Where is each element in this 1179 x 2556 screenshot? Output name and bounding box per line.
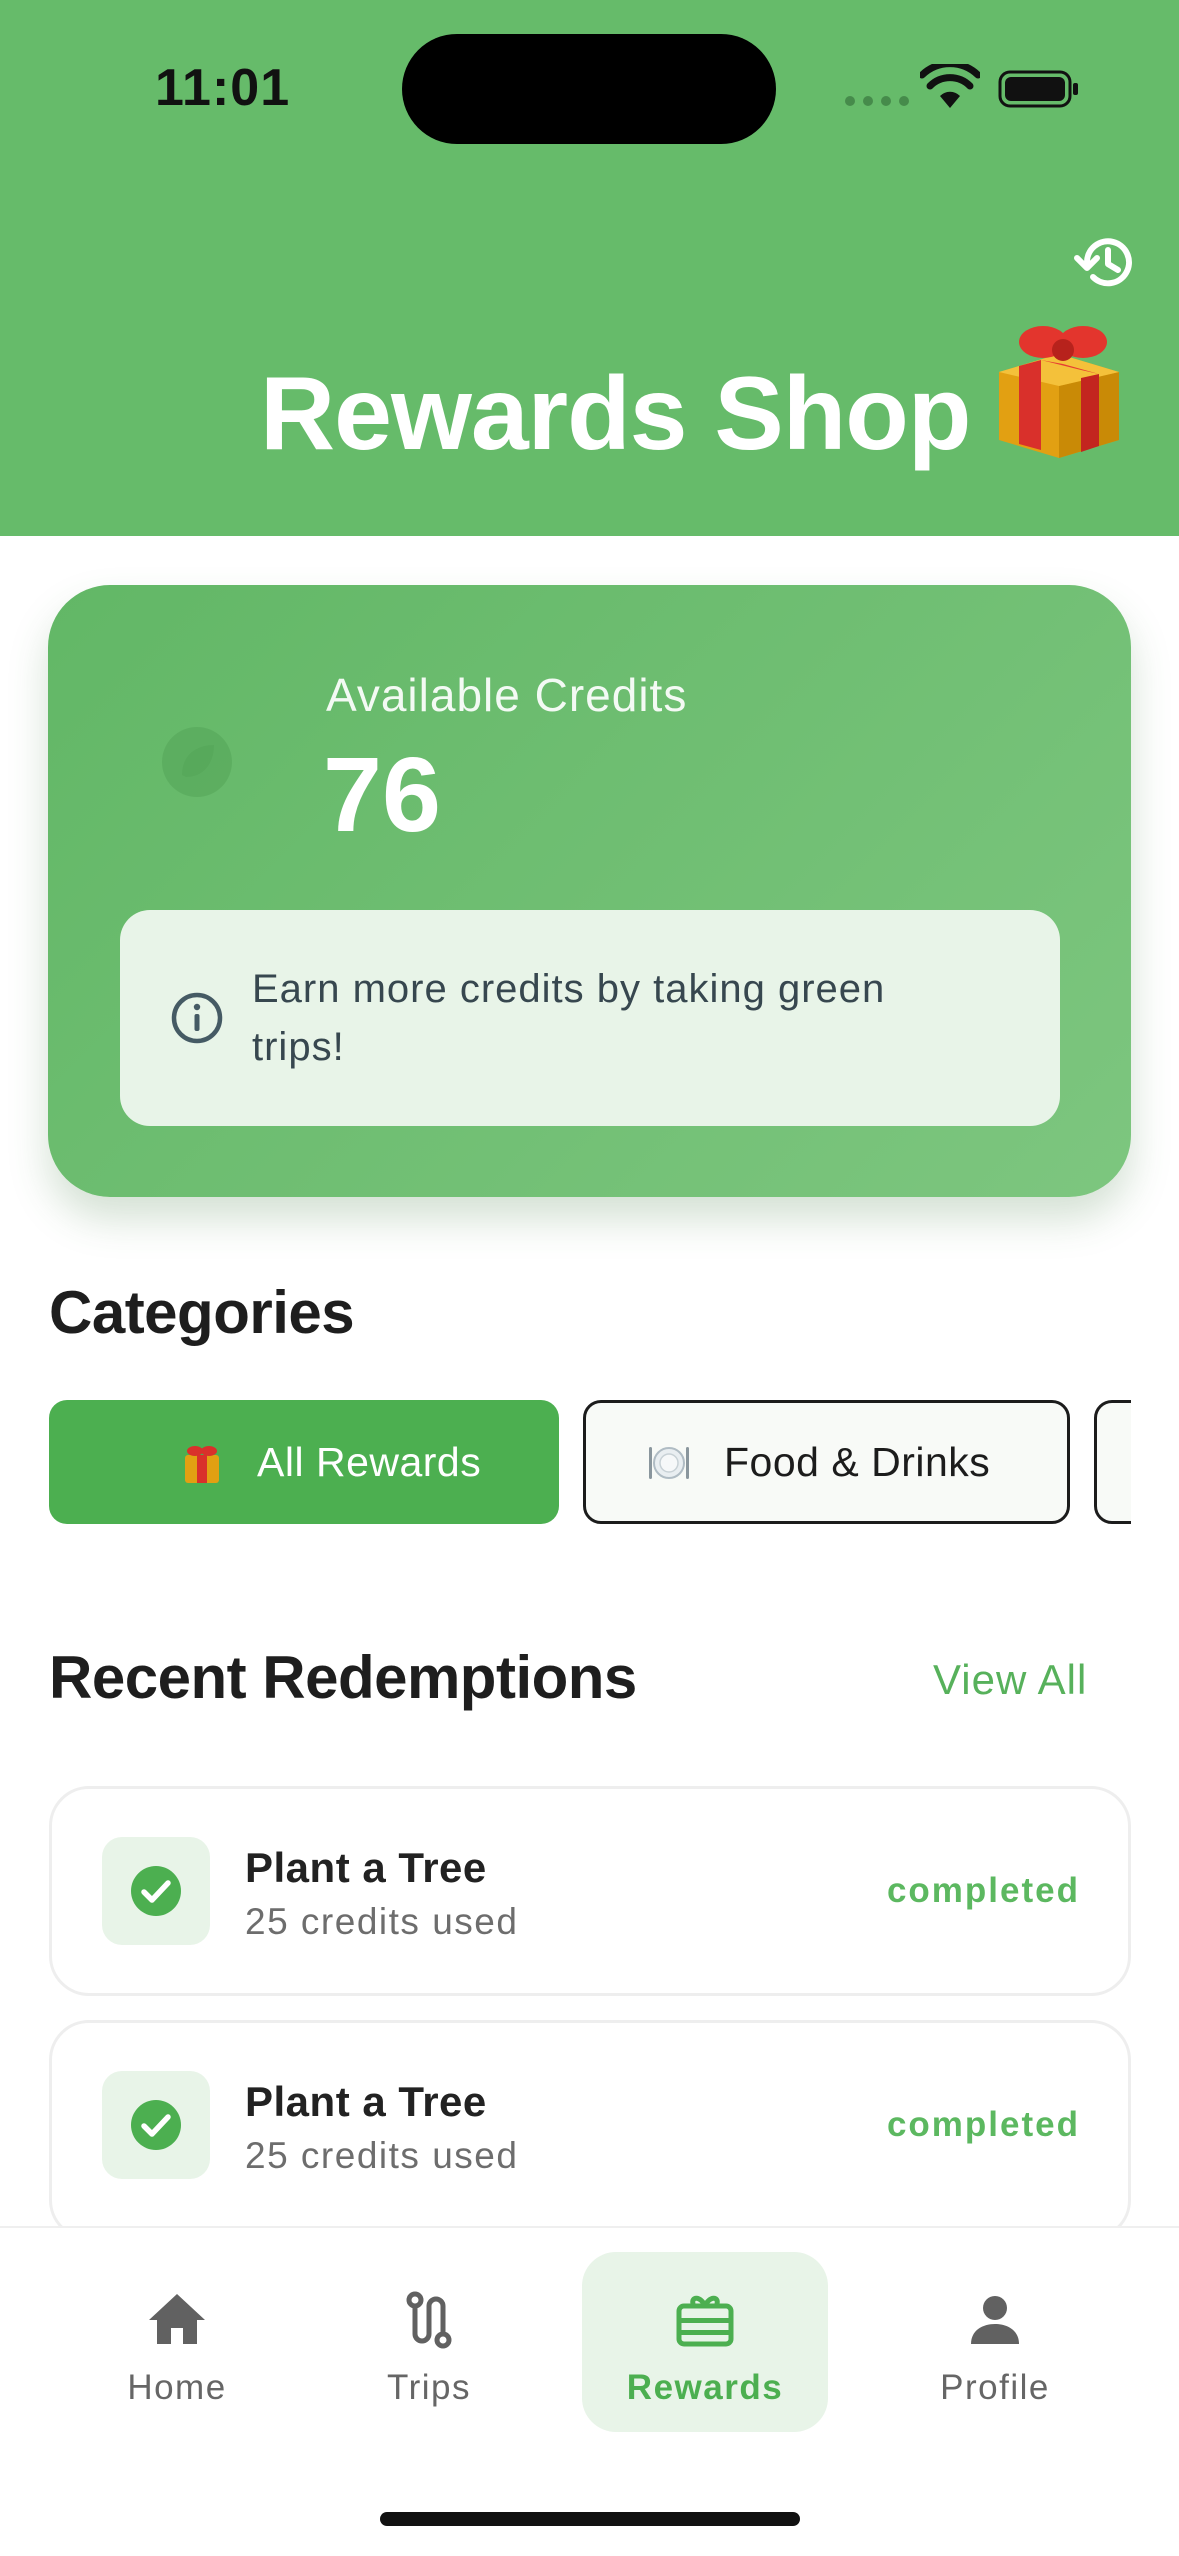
view-all-link[interactable]: View All xyxy=(933,1656,1087,1704)
check-circle-icon xyxy=(131,1866,181,1916)
categories-title: Categories xyxy=(49,1279,355,1346)
bottom-nav: Home Trips Rewards Profile xyxy=(0,2226,1179,2556)
person-icon xyxy=(971,2296,1019,2344)
battery-icon xyxy=(998,70,1078,108)
redemption-credits: 25 credits used xyxy=(245,1901,519,1942)
redemption-card[interactable]: Plant a Tree 25 credits used completed xyxy=(49,1786,1131,1996)
chip-label: All Rewards xyxy=(257,1438,482,1485)
credits-value: 76 xyxy=(323,736,441,854)
recent-redemptions-title: Recent Redemptions xyxy=(49,1644,637,1711)
status-time: 11:01 xyxy=(155,59,291,117)
route-icon xyxy=(406,2291,452,2349)
chip-label: Food & Drinks xyxy=(724,1438,991,1485)
redemption-status: completed xyxy=(886,1871,1080,1910)
credits-label: Available Credits xyxy=(326,669,688,721)
nav-label: Profile xyxy=(940,2368,1050,2407)
category-chip-all-rewards[interactable]: All Rewards xyxy=(49,1400,559,1524)
card-giftcard-icon xyxy=(676,2295,734,2347)
redemption-name: Plant a Tree xyxy=(245,2078,487,2125)
home-indicator[interactable] xyxy=(380,2512,800,2526)
nav-rewards[interactable]: Rewards xyxy=(582,2252,828,2432)
category-chip-food-drinks[interactable]: Food & Drinks xyxy=(583,1400,1070,1524)
status-tile xyxy=(102,2071,210,2179)
redemption-card[interactable]: Plant a Tree 25 credits used completed xyxy=(49,2020,1131,2240)
history-icon[interactable] xyxy=(1073,230,1139,296)
nav-trips[interactable]: Trips xyxy=(306,2252,552,2432)
info-box: Earn more credits by taking green trips! xyxy=(120,910,1060,1126)
home-icon xyxy=(149,2294,205,2344)
page-title: Rewards Shop xyxy=(260,356,971,472)
info-text: Earn more credits by taking green trips! xyxy=(252,967,886,1069)
status-tile xyxy=(102,1837,210,1945)
dynamic-island xyxy=(402,34,776,144)
nav-label: Home xyxy=(127,2368,227,2407)
nav-label: Trips xyxy=(387,2368,471,2407)
info-icon xyxy=(171,992,223,1044)
signal-icon xyxy=(845,96,909,106)
credits-card: Available Credits 76 Earn more credits b… xyxy=(48,585,1131,1197)
plate-icon xyxy=(649,1447,689,1479)
redemption-credits: 25 credits used xyxy=(245,2135,519,2176)
gift-icon xyxy=(999,326,1119,458)
category-chip-list[interactable]: All Rewards Food & Drinks xyxy=(49,1400,1131,1524)
eco-leaf-icon xyxy=(162,727,232,797)
nav-label: Rewards xyxy=(626,2368,784,2407)
redemption-status: completed xyxy=(886,2105,1080,2144)
wifi-icon xyxy=(920,64,980,108)
header: 11:01 Rewards Shop xyxy=(0,0,1179,536)
nav-home[interactable]: Home xyxy=(54,2252,300,2432)
rewards-shop-screen: 11:01 Rewards Shop Available Credits 76 … xyxy=(0,0,1179,2556)
check-circle-icon xyxy=(131,2100,181,2150)
gift-icon xyxy=(185,1446,219,1483)
category-chip-more[interactable] xyxy=(1094,1400,1131,1524)
redemption-name: Plant a Tree xyxy=(245,1844,487,1891)
nav-profile[interactable]: Profile xyxy=(872,2252,1118,2432)
